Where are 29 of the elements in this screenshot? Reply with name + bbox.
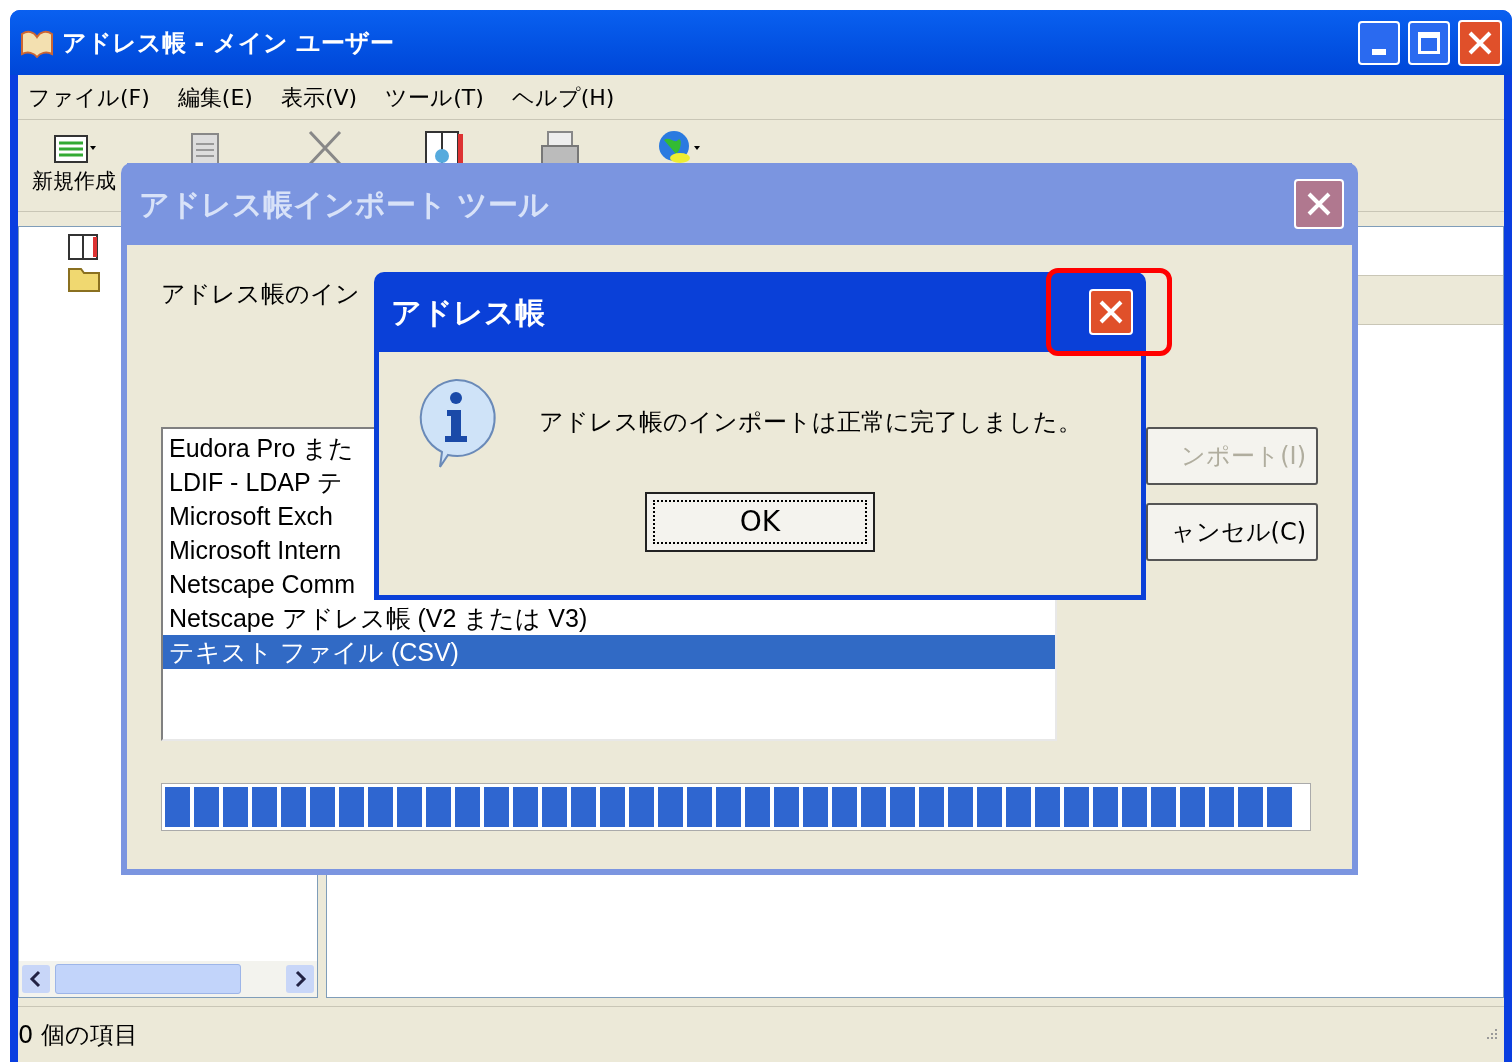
scrollbar-thumb[interactable] xyxy=(55,964,241,994)
minimize-button[interactable] xyxy=(1358,20,1400,65)
instruction-text: アドレス帳のイン xyxy=(161,279,360,310)
horizontal-scrollbar[interactable] xyxy=(19,961,317,997)
close-icon xyxy=(1097,298,1125,326)
dialog-button[interactable]: ャンセル(C) xyxy=(1146,503,1318,561)
dialog-title: アドレス帳 xyxy=(391,293,546,332)
menu-item[interactable]: ヘルプ(H) xyxy=(511,80,615,114)
close-button[interactable] xyxy=(1458,19,1502,66)
book-icon xyxy=(67,233,99,261)
folder-icon xyxy=(67,265,101,293)
menu-item[interactable]: ファイル(F) xyxy=(28,80,150,114)
menu-item[interactable]: 表示(V) xyxy=(280,80,358,114)
ok-button[interactable]: OK xyxy=(645,492,875,552)
new-button[interactable]: 新規作成 xyxy=(32,128,116,194)
list-item[interactable]: Netscape アドレス帳 (V2 または V3) xyxy=(163,601,1055,635)
maximize-button[interactable] xyxy=(1408,20,1450,65)
close-button[interactable] xyxy=(1089,289,1133,335)
dialog-title: アドレス帳インポート ツール xyxy=(139,185,551,224)
close-button[interactable] xyxy=(1294,179,1344,229)
menu-item[interactable]: 編集(E) xyxy=(177,80,253,114)
list-item[interactable]: テキスト ファイル (CSV) xyxy=(163,635,1055,669)
window-title: アドレス帳 - メイン ユーザー xyxy=(62,27,396,59)
status-text: 0 個の項目 xyxy=(18,1019,139,1051)
minimize-icon xyxy=(1372,48,1386,55)
maximize-icon xyxy=(1418,31,1440,54)
menu-item[interactable]: ツール(T) xyxy=(385,80,484,114)
close-icon xyxy=(1305,190,1333,218)
message-text: アドレス帳のインポートは正常に完了しました。 xyxy=(539,407,1082,438)
